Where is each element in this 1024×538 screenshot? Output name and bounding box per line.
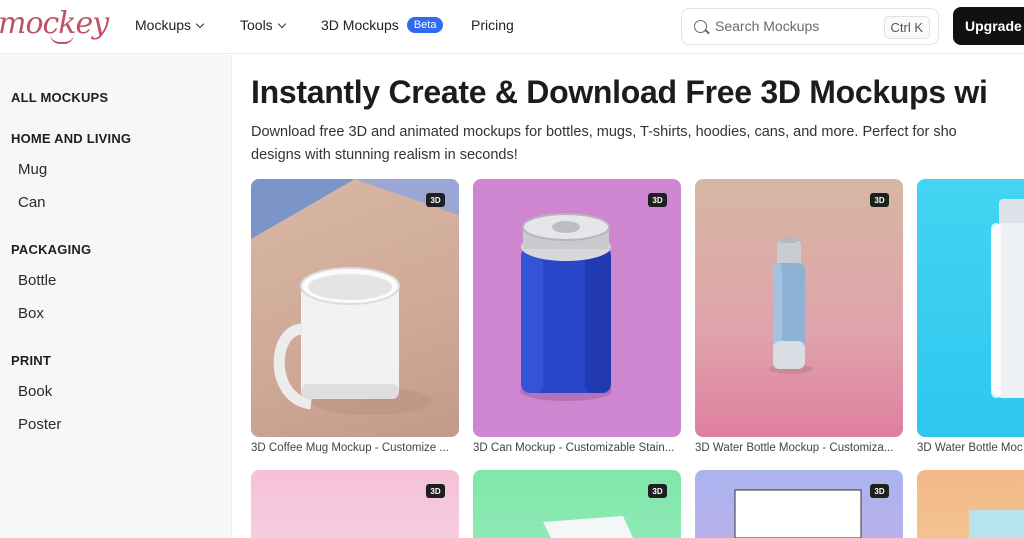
badge-3d: 3D: [870, 484, 889, 498]
nav-pricing[interactable]: Pricing: [471, 17, 514, 33]
logo-swash: [50, 34, 74, 44]
can-preview-image: [520, 213, 612, 401]
chevron-down-icon: [195, 19, 205, 28]
sidebar-item-can[interactable]: Can: [18, 194, 46, 211]
mockup-card-coffee-mug[interactable]: 3D: [251, 179, 459, 437]
nav-tools[interactable]: Tools: [240, 17, 286, 33]
badge-3d: 3D: [426, 484, 445, 498]
sidebar-category-home-living[interactable]: HOME AND LIVING: [11, 131, 131, 146]
poster-preview-image: [734, 489, 862, 538]
book-preview-image: [969, 510, 1024, 538]
mockup-card-water-bottle[interactable]: 3D: [695, 179, 903, 437]
badge-3d: 3D: [426, 193, 445, 207]
card-caption-coffee-mug[interactable]: 3D Coffee Mug Mockup - Customize ...: [251, 442, 461, 454]
nav-mockups[interactable]: Mockups: [135, 17, 205, 33]
sidebar-item-poster[interactable]: Poster: [18, 416, 61, 433]
search-icon: [694, 20, 707, 33]
box-preview-image: [543, 516, 633, 538]
sidebar: ALL MOCKUPS HOME AND LIVING Mug Can PACK…: [0, 55, 232, 538]
badge-3d: 3D: [648, 193, 667, 207]
chevron-down-icon: [277, 19, 286, 28]
mockup-card-row2-2[interactable]: 3D: [473, 470, 681, 538]
card-caption-water-bottle-2[interactable]: 3D Water Bottle Moc: [917, 442, 1024, 454]
mockup-card-can[interactable]: 3D: [473, 179, 681, 437]
search-shortcut: Ctrl K: [883, 16, 930, 39]
page-description: Download free 3D and animated mockups fo…: [251, 121, 1024, 167]
upgrade-button[interactable]: Upgrade: [953, 7, 1024, 45]
sidebar-category-packaging[interactable]: PACKAGING: [11, 242, 91, 257]
nav-tools-label: Tools: [240, 17, 273, 33]
search-box[interactable]: Ctrl K: [681, 8, 939, 45]
search-input[interactable]: [715, 18, 875, 34]
water-bottle-preview-image: [769, 237, 813, 374]
nav-pricing-label: Pricing: [471, 17, 514, 33]
sidebar-item-book[interactable]: Book: [18, 383, 52, 400]
top-header: mockey Mockups Tools 3D Mockups Beta Pri…: [0, 0, 1024, 54]
beta-badge: Beta: [406, 17, 444, 33]
sidebar-category-print[interactable]: PRINT: [11, 353, 51, 368]
sidebar-all-mockups[interactable]: ALL MOCKUPS: [11, 90, 108, 105]
mockup-card-row2-3[interactable]: 3D: [695, 470, 903, 538]
badge-3d: 3D: [648, 484, 667, 498]
nav-mockups-label: Mockups: [135, 17, 192, 33]
mockup-card-water-bottle-2[interactable]: [917, 179, 1024, 437]
sidebar-item-mug[interactable]: Mug: [18, 161, 47, 178]
card-caption-water-bottle[interactable]: 3D Water Bottle Mockup - Customiza...: [695, 442, 905, 454]
page-description-line-1: Download free 3D and animated mockups fo…: [251, 124, 957, 140]
badge-3d: 3D: [870, 193, 889, 207]
mug-preview-image: [251, 179, 459, 415]
mockup-card-row2-1[interactable]: 3D: [251, 470, 459, 538]
nav-3d-mockups[interactable]: 3D Mockups Beta: [321, 17, 444, 33]
page-title: Instantly Create & Download Free 3D Mock…: [251, 74, 988, 110]
mockup-card-row2-4[interactable]: [917, 470, 1024, 538]
page-description-line-2: designs with stunning realism in seconds…: [251, 147, 518, 163]
nav-3d-mockups-label: 3D Mockups: [321, 17, 399, 33]
sidebar-item-box[interactable]: Box: [18, 305, 44, 322]
card-caption-can[interactable]: 3D Can Mockup - Customizable Stain...: [473, 442, 683, 454]
sidebar-item-bottle[interactable]: Bottle: [18, 272, 56, 289]
water-bottle-2-preview-image: [991, 199, 1024, 398]
